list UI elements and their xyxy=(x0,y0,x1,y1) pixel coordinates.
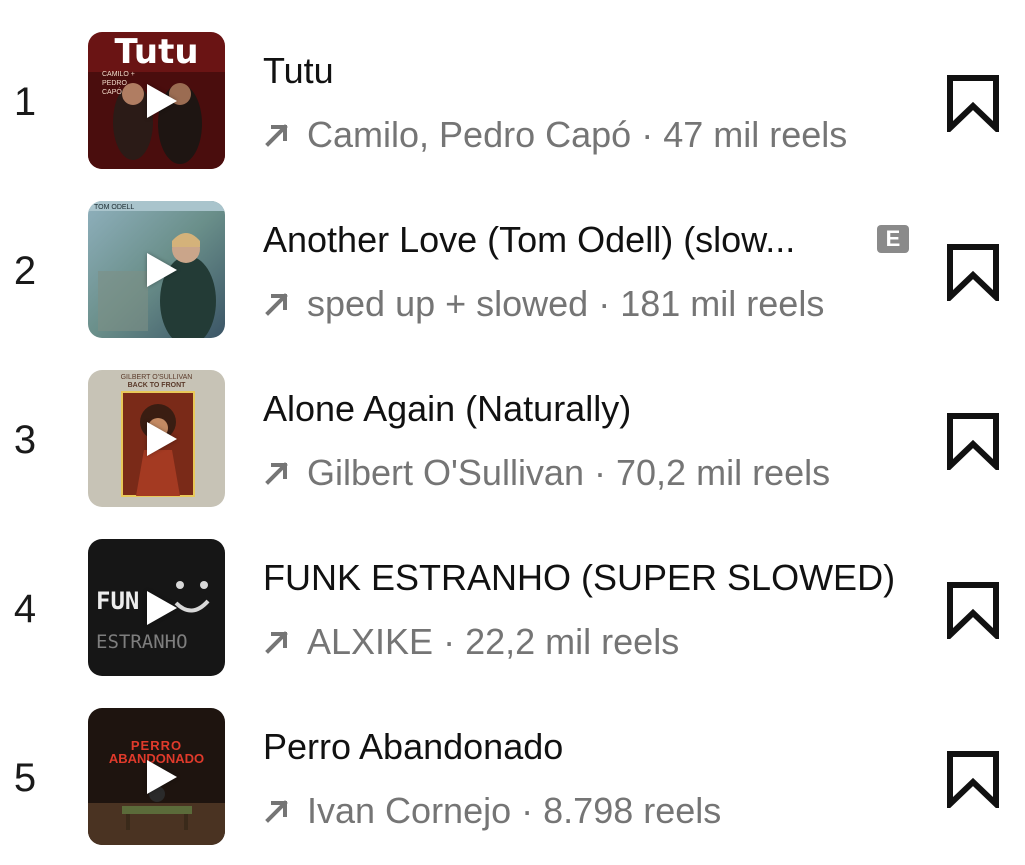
track-meta: ALXIKE · 22,2 mil reels xyxy=(263,621,679,663)
track-meta: sped up + slowed · 181 mil reels xyxy=(263,283,824,325)
artist-name: Camilo, Pedro Capó xyxy=(307,114,632,155)
cover-album-text: BACK TO FRONT xyxy=(127,382,186,389)
reels-count: 181 mil reels xyxy=(620,283,825,324)
meta-separator: · xyxy=(443,621,456,662)
track-meta: Gilbert O'Sullivan · 70,2 mil reels xyxy=(263,452,830,494)
meta-separator: · xyxy=(641,114,654,155)
play-icon[interactable] xyxy=(146,252,177,287)
album-cover[interactable]: Tutu CAMILO + PEDRO CAPÓ xyxy=(88,32,225,169)
cover-line2-text: ESTRANHO xyxy=(96,631,188,653)
arrow-up-right-icon xyxy=(265,631,288,654)
play-icon[interactable] xyxy=(146,83,177,118)
cover-label-text: TOM ODELL xyxy=(94,204,135,211)
play-icon[interactable] xyxy=(146,590,177,625)
rank-number: 2 xyxy=(13,249,37,293)
track-title: Alone Again (Naturally) xyxy=(263,388,632,429)
cover-credits-text: CAMILO + PEDRO CAPÓ xyxy=(102,71,135,96)
track-meta: Camilo, Pedro Capó · 47 mil reels xyxy=(263,114,847,156)
cover-title-text: Tutu xyxy=(114,32,199,72)
list-item[interactable]: 5 PERRO ABANDONADO Perro Abandonado Ivan… xyxy=(0,708,1025,848)
track-title: FUNK ESTRANHO (SUPER SLOWED) xyxy=(263,557,896,598)
bookmark-icon[interactable] xyxy=(946,581,1000,639)
artist-name: sped up + slowed xyxy=(307,283,589,324)
list-item[interactable]: 4 FUN ESTRANHO FUNK ESTRANHO (SUPER SLOW… xyxy=(0,539,1025,679)
track-meta: Ivan Cornejo · 8.798 reels xyxy=(263,790,721,832)
reels-count: 8.798 reels xyxy=(543,790,722,831)
cover-artist-text: GILBERT O'SULLIVAN xyxy=(120,374,193,381)
reels-audio-list: 1 Tutu CAMILO + PEDRO CAPÓ Tutu Camilo, … xyxy=(0,0,1025,865)
list-item[interactable]: 1 Tutu CAMILO + PEDRO CAPÓ Tutu Camilo, … xyxy=(0,32,1025,172)
track-title: Tutu xyxy=(263,50,334,91)
reels-count: 22,2 mil reels xyxy=(465,621,680,662)
rank-number: 3 xyxy=(13,418,37,462)
rank-number: 1 xyxy=(13,80,37,124)
reels-count: 47 mil reels xyxy=(663,114,848,155)
arrow-up-right-icon xyxy=(265,293,288,316)
meta-separator: · xyxy=(594,452,606,493)
album-cover[interactable]: FUN ESTRANHO xyxy=(88,539,225,676)
arrow-up-right-icon xyxy=(265,462,288,485)
list-item[interactable]: 3 GILBERT O'SULLIVAN BACK TO FRONT Alone… xyxy=(0,370,1025,510)
artist-name: Gilbert O'Sullivan xyxy=(307,452,584,493)
rank-number: 4 xyxy=(13,587,37,631)
album-cover[interactable]: TOM ODELL xyxy=(88,201,225,338)
album-cover[interactable]: PERRO ABANDONADO xyxy=(88,708,225,845)
reels-count: 70,2 mil reels xyxy=(616,452,831,493)
play-icon[interactable] xyxy=(146,759,177,794)
bookmark-icon[interactable] xyxy=(946,74,1000,132)
play-icon[interactable] xyxy=(146,421,177,456)
track-title: Another Love (Tom Odell) (slow... xyxy=(263,219,796,260)
track-title: Perro Abandonado xyxy=(263,726,564,767)
artist-name: ALXIKE xyxy=(307,621,434,662)
artist-name: Ivan Cornejo xyxy=(307,790,512,831)
meta-separator: · xyxy=(521,790,534,831)
arrow-up-right-icon xyxy=(265,800,288,823)
bookmark-icon[interactable] xyxy=(946,243,1000,301)
explicit-badge: E xyxy=(877,225,909,253)
arrow-up-right-icon xyxy=(265,124,288,147)
bookmark-icon[interactable] xyxy=(946,412,1000,470)
bookmark-icon[interactable] xyxy=(946,750,1000,808)
meta-separator: · xyxy=(598,283,611,324)
album-cover[interactable]: GILBERT O'SULLIVAN BACK TO FRONT xyxy=(88,370,225,507)
rank-number: 5 xyxy=(13,756,37,800)
list-item[interactable]: 2 TOM ODELL Another Love (Tom Odell) (sl… xyxy=(0,201,1025,341)
